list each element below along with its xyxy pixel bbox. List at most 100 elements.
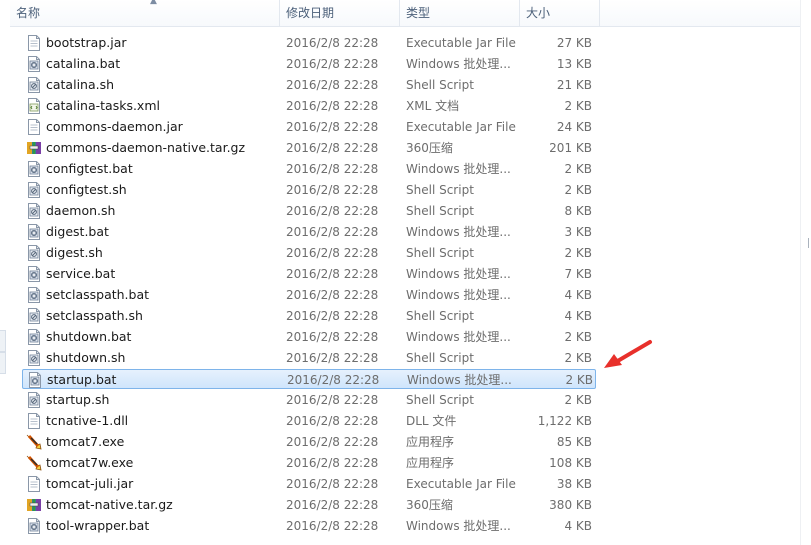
file-size: 2 KB [565,373,593,387]
file-type: Shell Script [406,351,474,365]
file-size: 4 KB [564,309,592,323]
file-date: 2016/2/8 22:28 [286,267,379,281]
file-type: XML 文档 [406,99,460,113]
file-date: 2016/2/8 22:28 [286,120,379,134]
column-header-date-label: 修改日期 [286,6,335,20]
column-header-type[interactable]: 类型 [400,0,520,26]
vertical-scrollbar[interactable] [800,0,811,545]
column-header-date[interactable]: 修改日期 [280,0,400,26]
file-row[interactable]: configtest.sh 2016/2/8 22:28 Shell Script 2… [22,180,596,200]
file-row[interactable]: tcnative-1.dll 2016/2/8 22:28 DLL 文件 1,122 … [22,411,596,431]
file-name: tomcat7w.exe [46,455,134,470]
file-size: 8 KB [564,204,592,218]
file-type: 360压缩 [406,141,453,155]
column-header-name-label: 名称 [16,6,41,20]
file-size: 2 KB [564,351,592,365]
file-row[interactable]: tomcat-juli.jar 2016/2/8 22:28 Executable … [22,474,596,494]
file-row[interactable]: catalina-tasks.xml 2016/2/8 22:28 XML 文档 2 … [22,96,596,116]
file-type: Executable Jar File [406,477,516,491]
file-row[interactable]: catalina.sh 2016/2/8 22:28 Shell Script 21 … [22,75,596,95]
file-type: Windows 批处理... [406,162,511,176]
column-header-bar: 名称 ▲ 修改日期 类型 大小 [10,0,800,27]
file-date: 2016/2/8 22:28 [286,330,379,344]
file-type: Windows 批处理... [406,267,511,281]
file-date: 2016/2/8 22:28 [286,183,379,197]
file-row[interactable]: setclasspath.bat 2016/2/8 22:28 Windows 批处… [22,285,596,305]
file-type: Executable Jar File [406,120,516,134]
file-date: 2016/2/8 22:28 [286,141,379,155]
file-size: 2 KB [564,246,592,260]
file-date: 2016/2/8 22:28 [286,99,379,113]
file-type: Windows 批处理... [406,519,511,533]
file-row[interactable]: daemon.sh 2016/2/8 22:28 Shell Script 8 KB [22,201,596,221]
file-type: Windows 批处理... [406,225,511,239]
arrow-shaft [614,340,652,364]
file-row[interactable]: tool-wrapper.bat 2016/2/8 22:28 Windows 批处… [22,516,596,536]
file-size: 27 KB [556,36,592,50]
file-size: 4 KB [564,288,592,302]
file-type: DLL 文件 [406,414,457,428]
file-type: Shell Script [406,183,474,197]
file-row[interactable]: digest.bat 2016/2/8 22:28 Windows 批处理... 3 … [22,222,596,242]
file-date: 2016/2/8 22:28 [286,393,379,407]
file-name: setclasspath.sh [46,308,143,323]
file-name: digest.sh [46,245,103,260]
file-name: tcnative-1.dll [46,413,129,428]
file-row[interactable]: tomcat7w.exe 2016/2/8 22:28 应用程序 108 KB [22,453,596,473]
file-row[interactable]: catalina.bat 2016/2/8 22:28 Windows 批处理...… [22,54,596,74]
file-row[interactable]: service.bat 2016/2/8 22:28 Windows 批处理... 7… [22,264,596,284]
file-row[interactable]: startup.sh 2016/2/8 22:28 Shell Script 2 KB [22,390,596,410]
file-size: 2 KB [564,183,592,197]
file-size: 108 KB [549,456,592,470]
file-row[interactable]: tomcat-native.tar.gz 2016/2/8 22:28 360压缩 3… [22,495,596,515]
file-date: 2016/2/8 22:28 [286,435,379,449]
file-date: 2016/2/8 22:28 [286,78,379,92]
file-type: 360压缩 [406,498,453,512]
file-name: commons-daemon-native.tar.gz [46,140,246,155]
file-type: Shell Script [406,204,474,218]
file-row[interactable]: digest.sh 2016/2/8 22:28 Shell Script 2 KB [22,243,596,263]
column-header-size[interactable]: 大小 [520,0,600,26]
file-name: tool-wrapper.bat [46,518,150,533]
file-row[interactable]: bootstrap.jar 2016/2/8 22:28 Executable Ja… [22,33,596,53]
file-name: shutdown.bat [46,329,132,344]
file-row[interactable]: commons-daemon-native.tar.gz 2016/2/8 22:… [22,138,596,158]
file-date: 2016/2/8 22:28 [286,36,379,50]
file-name: startup.bat [47,372,117,387]
file-size: 201 KB [549,141,592,155]
pane-edge-nub [0,352,6,374]
file-type: Windows 批处理... [406,330,511,344]
file-size: 2 KB [564,99,592,113]
file-row[interactable]: configtest.bat 2016/2/8 22:28 Windows 批处理.… [22,159,596,179]
file-date: 2016/2/8 22:28 [286,288,379,302]
file-date: 2016/2/8 22:28 [286,351,379,365]
file-size: 13 KB [556,57,592,71]
file-row-selected[interactable]: startup.bat 2016/2/8 22:28 Windows 批处理... 2… [22,369,596,389]
file-name: commons-daemon.jar [46,119,183,134]
file-size: 380 KB [549,498,592,512]
file-type: Executable Jar File [406,36,516,50]
file-row[interactable]: shutdown.sh 2016/2/8 22:28 Shell Script 2 K… [22,348,596,368]
file-size: 21 KB [556,78,592,92]
file-date: 2016/2/8 22:28 [286,162,379,176]
file-size: 85 KB [556,435,592,449]
file-name: catalina-tasks.xml [46,98,160,113]
file-name: catalina.sh [46,77,115,92]
sort-ascending-icon: ▲ [150,0,157,6]
file-size: 38 KB [556,477,592,491]
file-name: startup.sh [46,392,110,407]
file-date: 2016/2/8 22:28 [286,57,379,71]
file-size: 2 KB [564,393,592,407]
file-row[interactable]: tomcat7.exe 2016/2/8 22:28 应用程序 85 KB [22,432,596,452]
file-date: 2016/2/8 22:28 [286,498,379,512]
file-name: bootstrap.jar [46,35,127,50]
file-name: configtest.bat [46,161,133,176]
file-date: 2016/2/8 22:28 [286,456,379,470]
file-type: Windows 批处理... [406,288,511,302]
file-date: 2016/2/8 22:28 [286,414,379,428]
file-row[interactable]: setclasspath.sh 2016/2/8 22:28 Shell Scrip… [22,306,596,326]
file-row[interactable]: commons-daemon.jar 2016/2/8 22:28 Executab… [22,117,596,137]
file-name: service.bat [46,266,116,281]
file-row[interactable]: shutdown.bat 2016/2/8 22:28 Windows 批处理...… [22,327,596,347]
column-header-name[interactable]: 名称 ▲ [10,0,280,26]
